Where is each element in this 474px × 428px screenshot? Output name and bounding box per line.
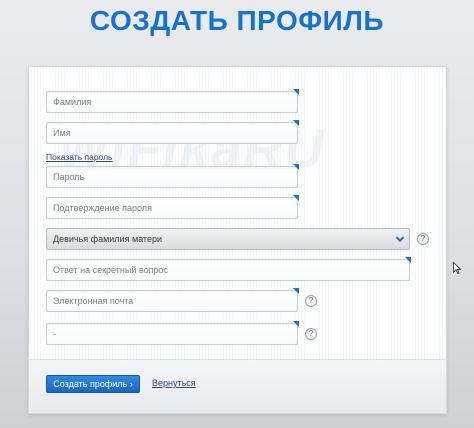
required-marker-icon: [293, 288, 299, 294]
required-marker-icon: [293, 120, 299, 126]
phone-input[interactable]: [47, 324, 297, 344]
page-title: СОЗДАТЬ ПРОФИЛЬ: [89, 5, 385, 36]
password-confirm-input[interactable]: [47, 198, 297, 218]
security-answer-field[interactable]: [46, 257, 411, 281]
security-answer-input[interactable]: [47, 260, 409, 280]
required-marker-icon: [293, 164, 299, 170]
back-link[interactable]: Вернуться: [152, 378, 196, 388]
required-marker-icon: [293, 89, 299, 95]
required-marker-icon: [293, 321, 299, 327]
first-name-input[interactable]: [47, 123, 297, 143]
required-marker-icon: [293, 195, 299, 201]
password-field[interactable]: [46, 164, 299, 188]
password-input[interactable]: [47, 167, 297, 187]
security-question-select[interactable]: Девичья фамилия матери: [46, 228, 410, 250]
security-question-help-icon[interactable]: ?: [417, 233, 429, 245]
email-input[interactable]: [47, 291, 297, 311]
phone-field[interactable]: [46, 321, 299, 345]
email-field[interactable]: [46, 288, 299, 312]
email-help-icon[interactable]: ?: [305, 295, 317, 307]
required-marker-icon: [405, 257, 411, 263]
last-name-field[interactable]: [46, 89, 299, 113]
phone-help-icon[interactable]: ?: [305, 328, 317, 340]
create-profile-button[interactable]: Создать профиль ›: [46, 375, 140, 393]
mouse-cursor-icon: [453, 262, 461, 274]
password-confirm-field[interactable]: [46, 195, 299, 219]
chevron-down-icon: [395, 236, 405, 243]
show-password-link[interactable]: Показать пароль: [46, 152, 112, 162]
last-name-input[interactable]: [47, 92, 297, 112]
security-question-value: Девичья фамилия матери: [53, 234, 162, 244]
first-name-field[interactable]: [46, 120, 299, 144]
